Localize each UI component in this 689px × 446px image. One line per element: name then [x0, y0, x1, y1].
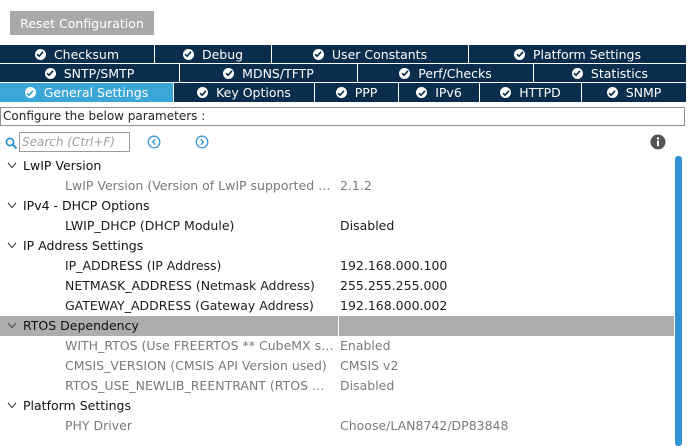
configure-parameters-banner: Configure the below parameters :: [0, 107, 685, 126]
tab-label: Debug: [201, 46, 244, 62]
group-platform-settings[interactable]: Platform Settings: [0, 396, 674, 416]
arrow-right-circle-icon[interactable]: [195, 135, 209, 149]
chevron-down-icon[interactable]: [6, 396, 18, 416]
check-circle-icon: [514, 48, 526, 60]
tab-label: SNTP/SMTP: [63, 65, 135, 81]
tab-key-options[interactable]: Key Options: [174, 83, 315, 103]
param-row-ip-address[interactable]: IP_ADDRESS (IP Address) 192.168.000.100: [0, 256, 674, 276]
param-value: 2.1.2: [340, 178, 372, 193]
tab-sntp-smtp[interactable]: SNTP/SMTP: [0, 64, 180, 83]
param-name: NETMASK_ADDRESS (Netmask Address): [65, 278, 315, 293]
group-ipv4-dhcp-options[interactable]: IPv4 - DHCP Options: [0, 196, 674, 216]
check-circle-icon: [571, 67, 583, 79]
tab-label: General Settings: [43, 85, 149, 100]
vertical-scrollbar[interactable]: [675, 156, 682, 446]
scrollbar-thumb[interactable]: [675, 156, 682, 446]
param-name: LwIP Version (Version of LwIP supported …: [65, 178, 337, 193]
parameter-tree: LwIP Version LwIP Version (Version of Lw…: [0, 156, 674, 436]
group-label: Platform Settings: [23, 398, 131, 413]
search-icon[interactable]: [5, 137, 18, 150]
check-circle-icon: [399, 67, 411, 79]
param-row-with-rtos[interactable]: WITH_RTOS (Use FREERTOS ** CubeMX s… Ena…: [0, 336, 674, 356]
param-name: GATEWAY_ADDRESS (Gateway Address): [65, 298, 314, 313]
tab-label: MDNS/TFTP: [242, 65, 314, 81]
param-value[interactable]: 255.255.255.000: [340, 276, 447, 296]
group-rtos-dependency[interactable]: RTOS Dependency: [0, 316, 674, 336]
tab-perf-checks[interactable]: Perf/Checks: [358, 64, 534, 83]
tab-label: Key Options: [216, 85, 291, 100]
check-circle-icon: [312, 48, 324, 60]
tab-row-1: Checksum Debug User Constants Platform S…: [0, 45, 687, 64]
check-circle-icon: [44, 67, 56, 79]
reset-configuration-button[interactable]: Reset Configuration: [10, 11, 154, 35]
tab-row-2: SNTP/SMTP MDNS/TFTP Perf/Checks Statisti…: [0, 64, 687, 83]
param-row-lwip-version[interactable]: LwIP Version (Version of LwIP supported …: [0, 176, 674, 196]
param-value[interactable]: Disabled: [340, 216, 394, 236]
check-circle-icon: [182, 48, 194, 60]
tab-label: SNMP: [625, 85, 662, 100]
chevron-down-icon[interactable]: [6, 236, 18, 256]
check-circle-icon: [34, 48, 46, 60]
info-icon[interactable]: [650, 134, 666, 150]
tab-mdns-tftp[interactable]: MDNS/TFTP: [180, 64, 358, 83]
param-name: LWIP_DHCP (DHCP Module): [65, 218, 235, 233]
search-input[interactable]: [19, 132, 130, 152]
tab-platform-settings[interactable]: Platform Settings: [469, 45, 687, 64]
param-name: IP_ADDRESS (IP Address): [65, 258, 222, 273]
param-value[interactable]: 192.168.000.100: [340, 256, 447, 276]
tab-snmp[interactable]: SNMP: [582, 83, 687, 103]
tab-label: HTTPD: [519, 85, 561, 100]
param-name: CMSIS_VERSION (CMSIS API Version used): [65, 358, 327, 373]
param-row-netmask-address[interactable]: NETMASK_ADDRESS (Netmask Address) 255.25…: [0, 276, 674, 296]
param-value: CMSIS v2: [340, 358, 399, 373]
tab-label: Checksum: [53, 46, 120, 62]
tab-label: Perf/Checks: [418, 65, 492, 81]
tab-ppp[interactable]: PPP: [315, 83, 399, 103]
tab-label: PPP: [354, 85, 378, 100]
tab-checksum[interactable]: Checksum: [0, 45, 155, 64]
tab-statistics[interactable]: Statistics: [534, 64, 687, 83]
param-name: RTOS_USE_NEWLIB_REENTRANT (RTOS …: [65, 378, 325, 393]
group-ip-address-settings[interactable]: IP Address Settings: [0, 236, 674, 256]
chevron-down-icon[interactable]: [6, 156, 18, 176]
check-circle-icon: [606, 87, 618, 98]
chevron-down-icon[interactable]: [6, 316, 18, 336]
param-value: Disabled: [340, 378, 395, 393]
param-value: Choose/LAN8742/DP83848: [340, 418, 509, 433]
group-label: IP Address Settings: [23, 238, 144, 253]
group-label: RTOS Dependency: [23, 318, 139, 333]
param-value[interactable]: 192.168.000.002: [340, 296, 447, 316]
param-name: WITH_RTOS (Use FREERTOS ** CubeMX s…: [65, 338, 334, 353]
tab-label: Statistics: [590, 65, 649, 81]
check-circle-icon: [335, 87, 347, 98]
tab-debug[interactable]: Debug: [155, 45, 272, 64]
tab-user-constants[interactable]: User Constants: [272, 45, 469, 64]
tab-ipv6[interactable]: IPv6: [399, 83, 480, 103]
check-circle-icon: [197, 87, 209, 98]
tab-label: IPv6: [435, 85, 462, 100]
arrow-left-circle-icon[interactable]: [147, 135, 161, 149]
chevron-down-icon[interactable]: [6, 196, 18, 216]
group-label: LwIP Version: [23, 158, 102, 173]
tab-label: User Constants: [331, 46, 428, 62]
param-row-phy-driver[interactable]: PHY Driver Choose/LAN8742/DP83848: [0, 416, 674, 436]
param-value: Enabled: [340, 338, 391, 353]
param-name: PHY Driver: [65, 418, 133, 433]
column-divider: [338, 316, 339, 336]
tab-label: Platform Settings: [533, 46, 641, 62]
group-lwip-version[interactable]: LwIP Version: [0, 156, 674, 176]
param-row-gateway-address[interactable]: GATEWAY_ADDRESS (Gateway Address) 192.16…: [0, 296, 674, 316]
check-circle-icon: [500, 87, 512, 98]
param-row-rtos-use-newlib-reentrant[interactable]: RTOS_USE_NEWLIB_REENTRANT (RTOS … Disabl…: [0, 376, 674, 396]
tab-row-3: General Settings Key Options PPP IPv6 HT…: [0, 83, 687, 103]
param-row-cmsis-version[interactable]: CMSIS_VERSION (CMSIS API Version used) C…: [0, 356, 674, 376]
check-circle-icon: [416, 87, 428, 98]
check-circle-icon: [223, 67, 235, 79]
group-label: IPv4 - DHCP Options: [23, 198, 150, 213]
check-circle-icon: [24, 87, 36, 98]
param-row-lwip-dhcp[interactable]: LWIP_DHCP (DHCP Module) Disabled: [0, 216, 674, 236]
tab-general-settings[interactable]: General Settings: [0, 83, 174, 103]
tab-httpd[interactable]: HTTPD: [480, 83, 582, 103]
